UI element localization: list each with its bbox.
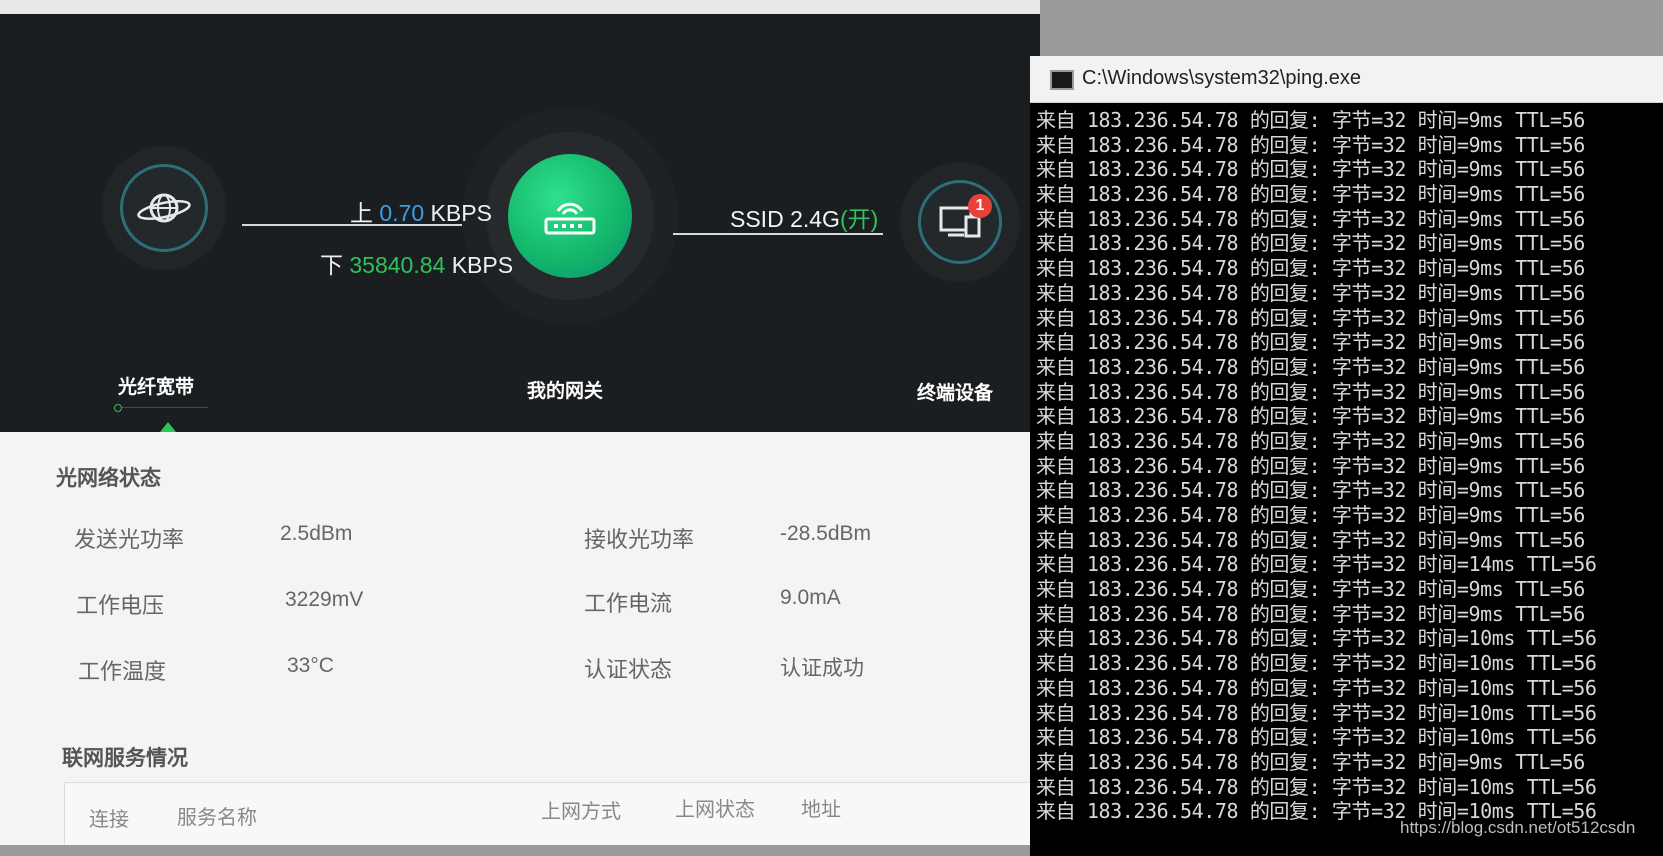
console-line: 来自 183.236.54.78 的回复: 字节=32 时间=10ms TTL=… xyxy=(1036,725,1597,750)
console-line: 来自 183.236.54.78 的回复: 字节=32 时间=9ms TTL=5… xyxy=(1036,354,1585,379)
node-label-devices[interactable]: 终端设备 xyxy=(917,378,993,405)
source-watermark: https://blog.csdn.net/ot512csdn xyxy=(1400,818,1636,837)
ssid-state: (开) xyxy=(839,206,879,232)
node-label-gateway[interactable]: 我的网关 xyxy=(527,376,603,403)
temperature-value: 33°C xyxy=(287,654,334,677)
console-line: 来自 183.236.54.78 的回复: 字节=32 时间=14ms TTL=… xyxy=(1036,552,1597,577)
console-line: 来自 183.236.54.78 的回复: 字节=32 时间=9ms TTL=5… xyxy=(1036,404,1585,429)
console-line: 来自 183.236.54.78 的回复: 字节=32 时间=9ms TTL=5… xyxy=(1036,206,1585,231)
console-title-bar[interactable]: C:\Windows\system32\ping.exe xyxy=(1030,56,1663,103)
ssid-label: SSID 2.4G xyxy=(730,206,840,232)
console-line: 来自 183.236.54.78 的回复: 字节=32 时间=9ms TTL=5… xyxy=(1036,749,1585,774)
table-header-service-name[interactable]: 服务名称 xyxy=(177,801,257,830)
console-line: 来自 183.236.54.78 的回复: 字节=32 时间=9ms TTL=5… xyxy=(1036,231,1585,256)
service-status-title: 联网服务情况 xyxy=(62,747,188,770)
console-line: 来自 183.236.54.78 的回复: 字节=32 时间=9ms TTL=5… xyxy=(1036,601,1585,626)
active-tab-arrow-icon xyxy=(160,422,176,432)
router-admin-page: 上 0.70 KBPS 下 35840.84 KBPS SSID 2.4G(开) xyxy=(0,0,1040,845)
temperature-label: 工作温度 xyxy=(78,659,167,684)
upload-prefix: 上 xyxy=(350,200,373,226)
console-line: 来自 183.236.54.78 的回复: 字节=32 时间=9ms TTL=5… xyxy=(1036,453,1585,478)
console-line: 来自 183.236.54.78 的回复: 字节=32 时间=9ms TTL=5… xyxy=(1036,330,1585,355)
console-line: 来自 183.236.54.78 的回复: 字节=32 时间=9ms TTL=5… xyxy=(1036,305,1585,330)
console-line: 来自 183.236.54.78 的回复: 字节=32 时间=9ms TTL=5… xyxy=(1036,478,1585,503)
console-line: 来自 183.236.54.78 的回复: 字节=32 时间=9ms TTL=5… xyxy=(1036,379,1585,404)
tab-dot-indicator xyxy=(114,404,122,412)
rx-power-label: 接收光功率 xyxy=(584,527,695,552)
fiber-broadband-node[interactable] xyxy=(120,164,208,252)
voltage-value: 3229mV xyxy=(285,588,364,611)
gateway-node[interactable] xyxy=(508,154,632,278)
console-line: 来自 183.236.54.78 的回复: 字节=32 时间=10ms TTL=… xyxy=(1036,675,1597,700)
console-line: 来自 183.236.54.78 的回复: 字节=32 时间=9ms TTL=5… xyxy=(1036,527,1585,552)
console-line: 来自 183.236.54.78 的回复: 字节=32 时间=9ms TTL=5… xyxy=(1036,157,1585,182)
ping-console-window[interactable]: C:\Windows\system32\ping.exe 来自 183.236.… xyxy=(1030,56,1663,856)
network-topology-panel: 上 0.70 KBPS 下 35840.84 KBPS SSID 2.4G(开) xyxy=(0,14,1040,432)
console-line: 来自 183.236.54.78 的回复: 字节=32 时间=10ms TTL=… xyxy=(1036,651,1597,676)
upload-unit: KBPS xyxy=(430,200,492,226)
console-output: 来自 183.236.54.78 的回复: 字节=32 时间=9ms TTL=5… xyxy=(1036,108,1597,824)
console-line: 来自 183.236.54.78 的回复: 字节=32 时间=9ms TTL=5… xyxy=(1036,256,1585,281)
tx-power-value: 2.5dBm xyxy=(280,522,353,545)
download-rate: 下 35840.84 KBPS xyxy=(320,246,513,280)
service-table: 连接 服务名称 上网方式 上网状态 地址 xyxy=(64,782,1040,845)
current-value: 9.0mA xyxy=(780,586,841,609)
table-header-access-mode[interactable]: 上网方式 xyxy=(541,795,621,824)
terminal-devices-node[interactable] xyxy=(918,180,1002,264)
table-header-access-status[interactable]: 上网状态 xyxy=(675,793,755,822)
download-value: 35840.84 xyxy=(349,252,446,278)
node-label-fiber[interactable]: 光纤宽带 xyxy=(118,372,194,399)
auth-status-label: 认证状态 xyxy=(584,657,673,682)
tab-track xyxy=(122,407,208,408)
console-line: 来自 183.236.54.78 的回复: 字节=32 时间=9ms TTL=5… xyxy=(1036,503,1585,527)
auth-status-value: 认证成功 xyxy=(780,657,864,680)
current-label: 工作电流 xyxy=(584,591,673,616)
optical-status-title: 光网络状态 xyxy=(56,467,161,490)
console-line: 来自 183.236.54.78 的回复: 字节=32 时间=10ms TTL=… xyxy=(1036,626,1597,651)
console-line: 来自 183.236.54.78 的回复: 字节=32 时间=9ms TTL=5… xyxy=(1036,182,1585,207)
console-line: 来自 183.236.54.78 的回复: 字节=32 时间=9ms TTL=5… xyxy=(1036,577,1585,602)
table-header-address[interactable]: 地址 xyxy=(801,793,841,822)
console-line: 来自 183.236.54.78 的回复: 字节=32 时间=9ms TTL=5… xyxy=(1036,132,1585,157)
console-line: 来自 183.236.54.78 的回复: 字节=32 时间=9ms TTL=5… xyxy=(1036,108,1585,132)
device-count-badge: 1 xyxy=(968,194,992,218)
console-line: 来自 183.236.54.78 的回复: 字节=32 时间=9ms TTL=5… xyxy=(1036,280,1585,305)
rx-power-value: -28.5dBm xyxy=(780,522,872,545)
voltage-label: 工作电压 xyxy=(76,593,165,618)
browser-top-bar xyxy=(0,0,1040,14)
console-app-icon xyxy=(1050,70,1074,90)
table-header-connection[interactable]: 连接 xyxy=(89,803,129,832)
console-line: 来自 183.236.54.78 的回复: 字节=32 时间=10ms TTL=… xyxy=(1036,700,1597,725)
upload-rate: 上 0.70 KBPS xyxy=(350,194,492,228)
download-unit: KBPS xyxy=(451,252,514,278)
ssid-status: SSID 2.4G(开) xyxy=(730,200,878,234)
globe-icon xyxy=(137,193,191,223)
router-icon xyxy=(544,202,596,235)
tx-power-label: 发送光功率 xyxy=(74,527,185,552)
upload-value: 0.70 xyxy=(379,200,425,226)
console-title: C:\Windows\system32\ping.exe xyxy=(1082,67,1362,89)
console-line: 来自 183.236.54.78 的回复: 字节=32 时间=10ms TTL=… xyxy=(1036,774,1597,799)
console-line: 来自 183.236.54.78 的回复: 字节=32 时间=9ms TTL=5… xyxy=(1036,428,1585,453)
download-prefix: 下 xyxy=(320,252,343,278)
